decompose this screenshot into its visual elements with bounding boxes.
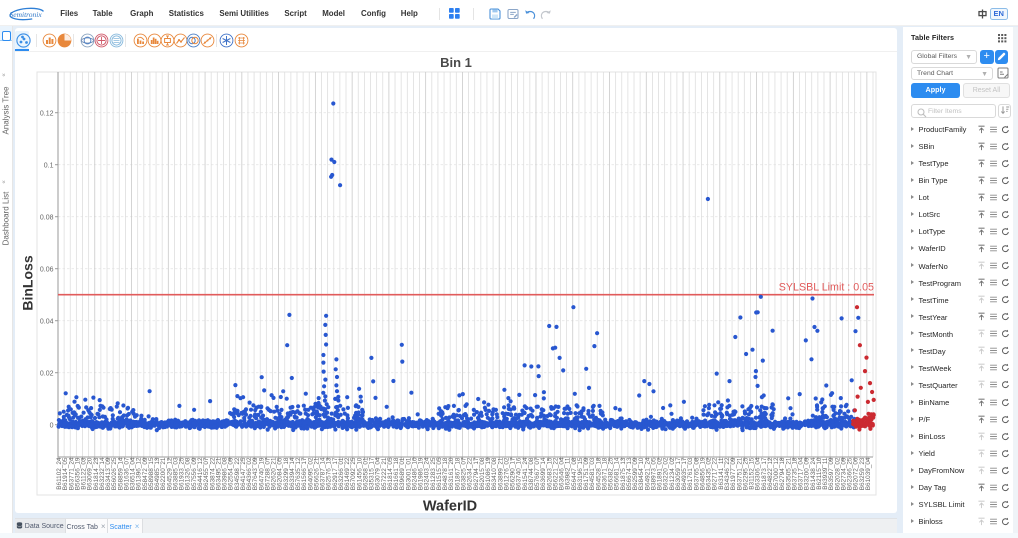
svg-text:0: 0 [50, 422, 54, 429]
svg-text:0.04: 0.04 [40, 318, 54, 325]
svg-text:Semitronix: Semitronix [10, 10, 43, 19]
svg-text:WaferID: WaferID [423, 499, 477, 514]
svg-text:0.08: 0.08 [40, 214, 54, 221]
svg-text:B61039_04: B61039_04 [865, 457, 872, 490]
svg-text:0.06: 0.06 [40, 266, 54, 273]
svg-text:0.1: 0.1 [44, 162, 54, 169]
svg-text:SYLSBL Limit : 0.05: SYLSBL Limit : 0.05 [779, 282, 874, 294]
svg-text:BinLoss: BinLoss [20, 255, 36, 310]
svg-text:0.02: 0.02 [40, 370, 54, 377]
svg-text:0.12: 0.12 [40, 110, 54, 117]
svg-text:Bin 1: Bin 1 [440, 55, 472, 70]
